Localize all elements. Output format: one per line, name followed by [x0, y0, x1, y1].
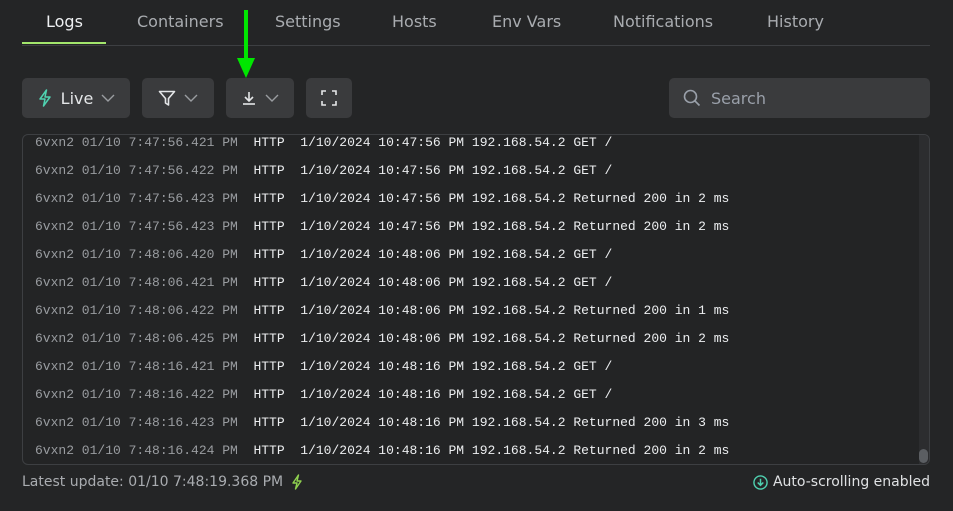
log-source: HTTP — [253, 275, 285, 290]
log-line: 6vxn2 01/10 7:47:56.423 PM HTTP 1/10/202… — [35, 213, 909, 241]
log-line: 6vxn2 01/10 7:48:06.425 PM HTTP 1/10/202… — [35, 325, 909, 353]
log-message: 1/10/2024 10:48:16 PM 192.168.54.2 GET / — [300, 387, 613, 402]
log-meta: 6vxn2 01/10 7:48:16.424 PM — [35, 443, 238, 458]
filter-dropdown-button[interactable] — [142, 78, 214, 118]
log-source: HTTP — [253, 387, 285, 402]
active-tab-indicator — [22, 42, 106, 44]
chevron-down-icon — [265, 94, 279, 102]
log-line: 6vxn2 01/10 7:47:56.423 PM HTTP 1/10/202… — [35, 185, 909, 213]
log-meta: 6vxn2 01/10 7:47:56.423 PM — [35, 191, 238, 206]
tab-logs[interactable]: Logs — [46, 12, 83, 31]
search-input[interactable] — [709, 87, 913, 109]
log-meta: 6vxn2 01/10 7:48:06.421 PM — [35, 275, 238, 290]
log-source: HTTP — [253, 303, 285, 318]
arrow-down-circle-icon — [753, 474, 768, 490]
log-meta: 6vxn2 01/10 7:48:16.421 PM — [35, 359, 238, 374]
download-dropdown-button[interactable] — [226, 78, 294, 118]
log-line: 6vxn2 01/10 7:48:06.422 PM HTTP 1/10/202… — [35, 297, 909, 325]
log-line: 6vxn2 01/10 7:47:56.421 PM HTTP 1/10/202… — [35, 135, 909, 157]
tab-notifications[interactable]: Notifications — [613, 12, 713, 31]
log-source: HTTP — [253, 219, 285, 234]
tab-containers[interactable]: Containers — [137, 12, 224, 31]
log-line: 6vxn2 01/10 7:47:56.422 PM HTTP 1/10/202… — [35, 157, 909, 185]
log-line: 6vxn2 01/10 7:48:16.423 PM HTTP 1/10/202… — [35, 409, 909, 437]
tab-hosts[interactable]: Hosts — [392, 12, 437, 31]
log-source: HTTP — [253, 191, 285, 206]
log-source: HTTP — [253, 415, 285, 430]
auto-scroll-toggle[interactable]: Auto-scrolling enabled — [753, 474, 930, 490]
search-box[interactable] — [669, 78, 930, 118]
auto-scroll-label: Auto-scrolling enabled — [772, 474, 930, 490]
log-meta: 6vxn2 01/10 7:48:16.423 PM — [35, 415, 238, 430]
chevron-down-icon — [184, 94, 198, 102]
chevron-down-icon — [101, 94, 115, 102]
filter-icon — [158, 90, 176, 106]
lightning-icon — [38, 89, 51, 107]
log-message: 1/10/2024 10:47:56 PM 192.168.54.2 Retur… — [300, 219, 730, 234]
log-meta: 6vxn2 01/10 7:47:56.421 PM — [35, 135, 238, 150]
log-line: 6vxn2 01/10 7:48:06.421 PM HTTP 1/10/202… — [35, 269, 909, 297]
tab-bar: Logs Containers Settings Hosts Env Vars … — [22, 0, 930, 46]
latest-update-text: Latest update: 01/10 7:48:19.368 PM — [22, 474, 284, 490]
log-source: HTTP — [253, 443, 285, 458]
annotation-arrow-icon — [237, 10, 255, 78]
log-meta: 6vxn2 01/10 7:47:56.423 PM — [35, 219, 238, 234]
live-label: Live — [60, 88, 94, 108]
log-meta: 6vxn2 01/10 7:48:06.425 PM — [35, 331, 238, 346]
log-message: 1/10/2024 10:48:06 PM 192.168.54.2 Retur… — [300, 331, 730, 346]
log-meta: 6vxn2 01/10 7:48:06.420 PM — [35, 247, 238, 262]
log-meta: 6vxn2 01/10 7:48:06.422 PM — [35, 303, 238, 318]
fullscreen-icon — [321, 90, 337, 106]
log-message: 1/10/2024 10:47:56 PM 192.168.54.2 GET / — [300, 135, 613, 150]
search-icon — [683, 89, 701, 107]
download-icon — [243, 92, 255, 105]
log-message: 1/10/2024 10:48:06 PM 192.168.54.2 GET / — [300, 247, 613, 262]
log-source: HTTP — [253, 163, 285, 178]
tab-history[interactable]: History — [767, 12, 824, 31]
log-viewer[interactable]: 6vxn2 01/10 7:47:56.421 PM HTTP 1/10/202… — [22, 134, 930, 465]
log-message: 1/10/2024 10:48:06 PM 192.168.54.2 GET / — [300, 275, 613, 290]
tab-env-vars[interactable]: Env Vars — [492, 12, 561, 31]
log-message: 1/10/2024 10:48:16 PM 192.168.54.2 Retur… — [300, 415, 730, 430]
log-message: 1/10/2024 10:47:56 PM 192.168.54.2 GET / — [300, 163, 613, 178]
log-source: HTTP — [253, 135, 285, 150]
log-message: 1/10/2024 10:47:56 PM 192.168.54.2 Retur… — [300, 191, 730, 206]
log-message: 1/10/2024 10:48:06 PM 192.168.54.2 Retur… — [300, 303, 730, 318]
log-meta: 6vxn2 01/10 7:48:16.422 PM — [35, 387, 238, 402]
scrollbar-thumb[interactable] — [919, 449, 928, 463]
log-line: 6vxn2 01/10 7:48:06.420 PM HTTP 1/10/202… — [35, 241, 909, 269]
log-meta: 6vxn2 01/10 7:47:56.422 PM — [35, 163, 238, 178]
log-list: 6vxn2 01/10 7:47:56.421 PM HTTP 1/10/202… — [35, 135, 909, 464]
log-line: 6vxn2 01/10 7:48:16.421 PM HTTP 1/10/202… — [35, 353, 909, 381]
log-line: 6vxn2 01/10 7:48:16.424 PM HTTP 1/10/202… — [35, 437, 909, 464]
latest-update-status: Latest update: 01/10 7:48:19.368 PM — [22, 474, 303, 490]
log-source: HTTP — [253, 359, 285, 374]
lightning-icon — [292, 474, 302, 490]
log-source: HTTP — [253, 331, 285, 346]
log-line: 6vxn2 01/10 7:48:16.422 PM HTTP 1/10/202… — [35, 381, 909, 409]
scrollbar[interactable] — [919, 135, 929, 464]
log-message: 1/10/2024 10:48:16 PM 192.168.54.2 Retur… — [300, 443, 730, 458]
log-message: 1/10/2024 10:48:16 PM 192.168.54.2 GET / — [300, 359, 613, 374]
live-dropdown-button[interactable]: Live — [22, 78, 130, 118]
tab-settings[interactable]: Settings — [275, 12, 341, 31]
log-source: HTTP — [253, 247, 285, 262]
fullscreen-button[interactable] — [306, 78, 352, 118]
